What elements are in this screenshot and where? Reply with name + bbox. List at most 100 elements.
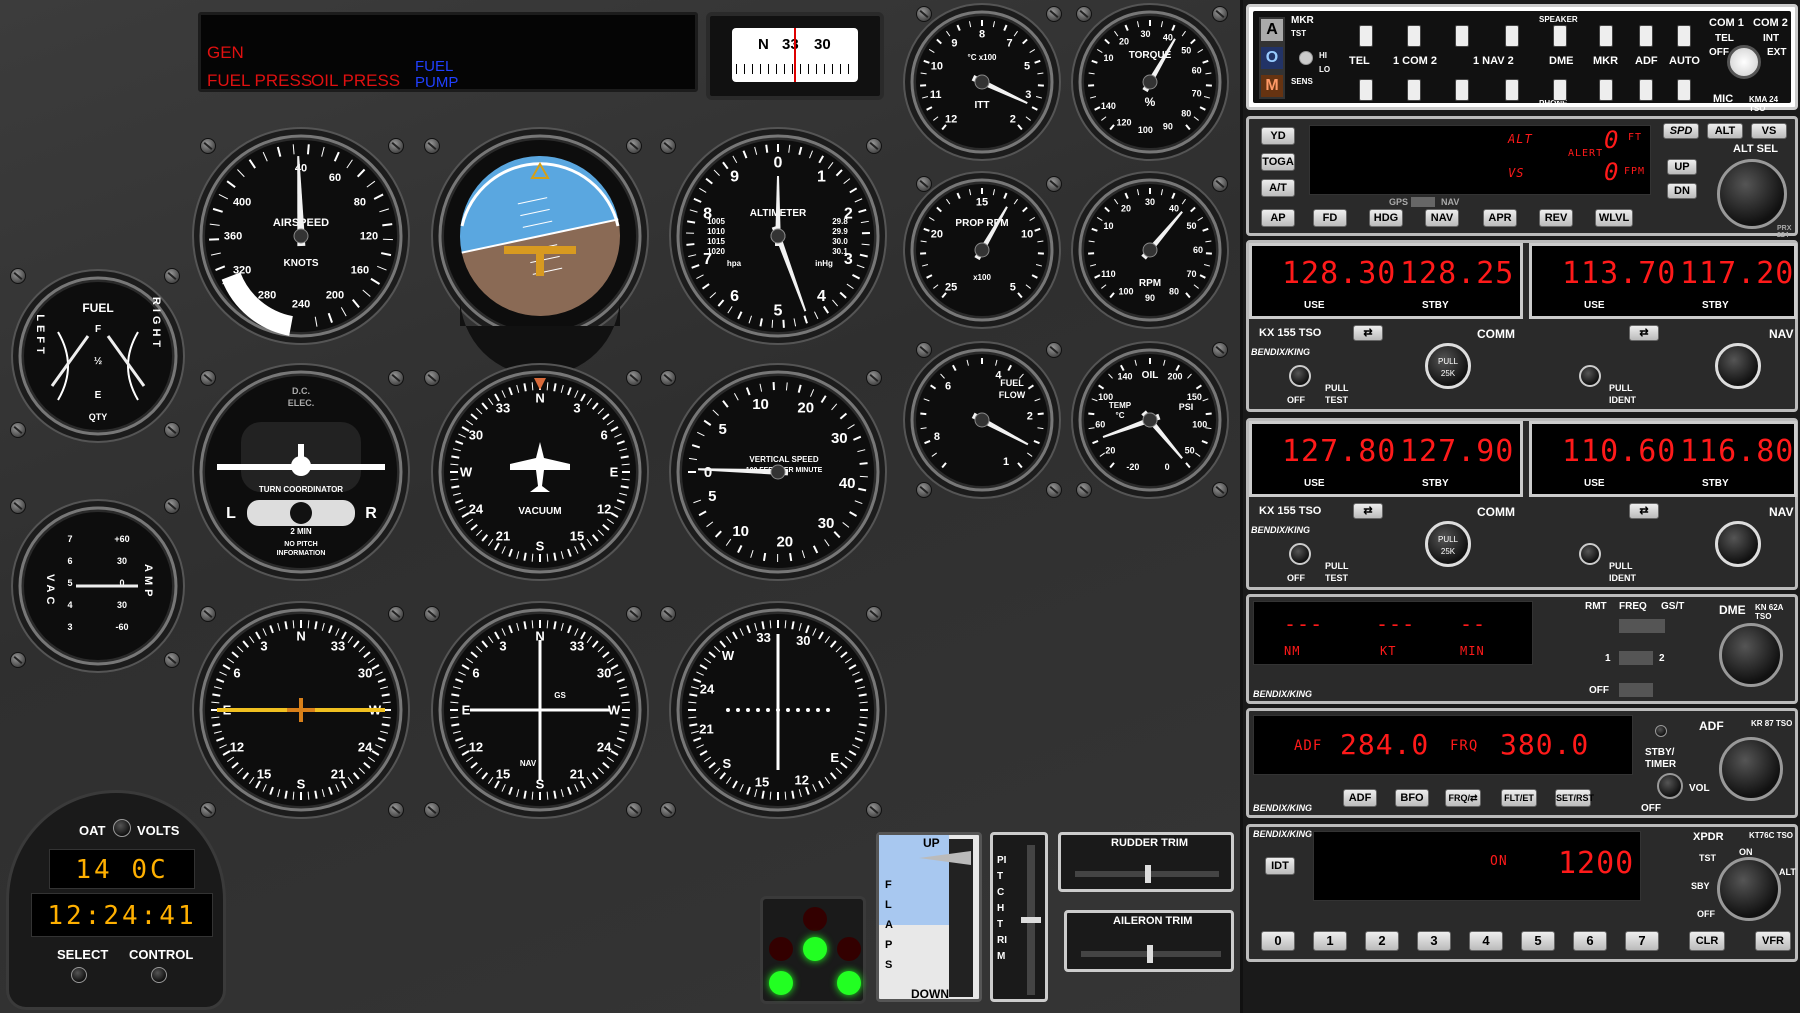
audio-switch-7-top[interactable] [1677,25,1691,47]
audio-switch-2-top[interactable] [1455,25,1469,47]
proprpm-tick-1: 10 [1021,228,1033,240]
audio-switch-4-top[interactable] [1553,25,1567,47]
ap-spd-button[interactable]: SPD [1663,123,1699,139]
prop-rpm-gauge: 5 10 15 20 25 PROP RPM x100 [902,170,1062,330]
dme-power-switch[interactable] [1619,683,1653,697]
select-button[interactable] [71,967,87,983]
audio-switch-3-bot[interactable] [1505,79,1519,101]
ap-rev-button[interactable]: REV [1539,209,1573,227]
adf-volume-knob[interactable] [1657,773,1683,799]
vsi-title1: VERTICAL SPEED [749,455,818,464]
xpdr-clr-button[interactable]: CLR [1689,931,1725,951]
audio-switch-2-bot[interactable] [1455,79,1469,101]
ap-toga-button[interactable]: TOGA [1261,153,1295,171]
xpdr-mode-knob[interactable] [1717,857,1781,921]
adf-tuning-knob[interactable] [1719,737,1783,801]
audio-switch-4-bot[interactable] [1553,79,1567,101]
adfind-tick-11: 3 [260,638,267,653]
ap-fd-button[interactable]: FD [1313,209,1347,227]
comm1-volume-knob[interactable] [1289,365,1311,387]
comm2-volume-knob[interactable] [1289,543,1311,565]
audio-switch-5-top[interactable] [1599,25,1613,47]
itt-gauge: 2 3 5 7 8 9 10 11 12 °C x100 ITT [902,2,1062,162]
ap-gps-nav-switch[interactable] [1411,197,1435,207]
ap-at-button[interactable]: A/T [1261,179,1295,197]
comm1-swap-button[interactable]: ⇄ [1353,325,1383,341]
xpdr-key-0[interactable]: 0 [1261,931,1295,951]
xpdr-key-2[interactable]: 2 [1365,931,1399,951]
nav1-swap-button[interactable]: ⇄ [1629,325,1659,341]
dme-nav-switch[interactable] [1619,651,1653,665]
ap-vs-button[interactable]: VS [1751,123,1787,139]
rudder-trim-indicator[interactable] [1145,865,1151,883]
adf-set-rst-button[interactable]: SET/RST [1555,789,1594,807]
aileron-trim-indicator[interactable] [1147,945,1153,963]
vor1-tick-10: 6 [472,665,479,680]
audio-switch-1-bot[interactable] [1407,79,1421,101]
dme-mode-switch[interactable] [1619,619,1665,633]
audio-switch-5-bot[interactable] [1599,79,1613,101]
ap-wlvl-button[interactable]: WLVL [1595,209,1633,227]
xpdr-key-6[interactable]: 6 [1573,931,1607,951]
audio-selector-knob[interactable] [1727,45,1761,79]
fuel-qty-empty: E [95,390,102,401]
panel-screw [424,138,440,154]
audio-mkr-switch[interactable] [1299,51,1313,65]
ap-apr-button[interactable]: APR [1483,209,1517,227]
fuel-quantity-gauge: FUEL F ½ E QTY LEFT RIGHT [10,268,186,444]
audio-switch-6-bot[interactable] [1639,79,1653,101]
xpdr-vfr-button[interactable]: VFR [1755,931,1791,951]
audio-switch-3-top[interactable] [1505,25,1519,47]
ap-yd-button[interactable]: YD [1261,127,1295,145]
nav1-freq-knob[interactable] [1715,343,1761,389]
turn-dc-label: D.C. [292,386,310,396]
aileron-trim[interactable]: AILERON TRIM [1064,910,1234,972]
nav2-swap-button[interactable]: ⇄ [1629,503,1659,519]
ap-hdg-button[interactable]: HDG [1369,209,1403,227]
dme-knob[interactable] [1719,623,1783,687]
ap-nav-button[interactable]: NAV [1425,209,1459,227]
ap-alt-sel-knob[interactable] [1717,159,1787,229]
comm2-freq-knob[interactable]: PULL 25K [1425,521,1471,567]
autopilot-panel: YD TOGA A/T AP FD HDG NAV APR REV WLVL A… [1246,116,1798,239]
audio-switch-0-top[interactable] [1359,25,1373,47]
xpdr-key-4[interactable]: 4 [1469,931,1503,951]
adf-adf-button[interactable]: ADF [1343,789,1377,807]
dme-gst-label: GS/T [1661,601,1685,612]
xpdr-key-1[interactable]: 1 [1313,931,1347,951]
pitch-trim-indicator[interactable] [1021,917,1041,923]
control-button[interactable] [151,967,167,983]
adf-bfo-button[interactable]: BFO [1395,789,1429,807]
oat-volts-toggle[interactable] [113,819,131,837]
ap-ft-label: FT [1628,132,1643,143]
audio-switch-7-bot[interactable] [1677,79,1691,101]
panel-screw [164,422,180,438]
amp-tick-0: +60 [114,534,129,544]
ap-alt-button[interactable]: ALT [1707,123,1743,139]
adf-frq-button[interactable]: FRQ/⇄ [1445,789,1481,807]
xpdr-key-7[interactable]: 7 [1625,931,1659,951]
xpdr-key-5[interactable]: 5 [1521,931,1555,951]
marker-o-light: O [1261,47,1283,69]
nav2-volume-knob[interactable] [1579,543,1601,565]
rudder-trim[interactable]: RUDDER TRIM [1058,832,1234,892]
nav2-freq-knob[interactable] [1715,521,1761,567]
audio-switch-1-top[interactable] [1407,25,1421,47]
xpdr-idt-button[interactable]: IDT [1265,857,1295,875]
comm2-swap-button[interactable]: ⇄ [1353,503,1383,519]
comm2-display: 127.80 127.90 USE STBY [1249,421,1523,497]
flaps-lever[interactable]: UP DOWN FLAPS [876,832,982,1002]
audio-switch-0-bot[interactable] [1359,79,1373,101]
audio-switch-6-top[interactable] [1639,25,1653,47]
adf-stby-timer-button[interactable] [1655,725,1667,737]
ap-alt-value: 0 [1604,126,1620,154]
pitch-trim[interactable]: PITCH TRIM [990,832,1048,1002]
xpdr-key-3[interactable]: 3 [1417,931,1451,951]
ap-up-button[interactable]: UP [1667,159,1697,175]
ap-ap-button[interactable]: AP [1261,209,1295,227]
nav1-volume-knob[interactable] [1579,365,1601,387]
adf-flt-et-button[interactable]: FLT/ET [1501,789,1537,807]
comm1-freq-knob[interactable]: PULL 25K [1425,343,1471,389]
ap-dn-button[interactable]: DN [1667,183,1697,199]
vor1-tick-4: 24 [597,739,612,754]
